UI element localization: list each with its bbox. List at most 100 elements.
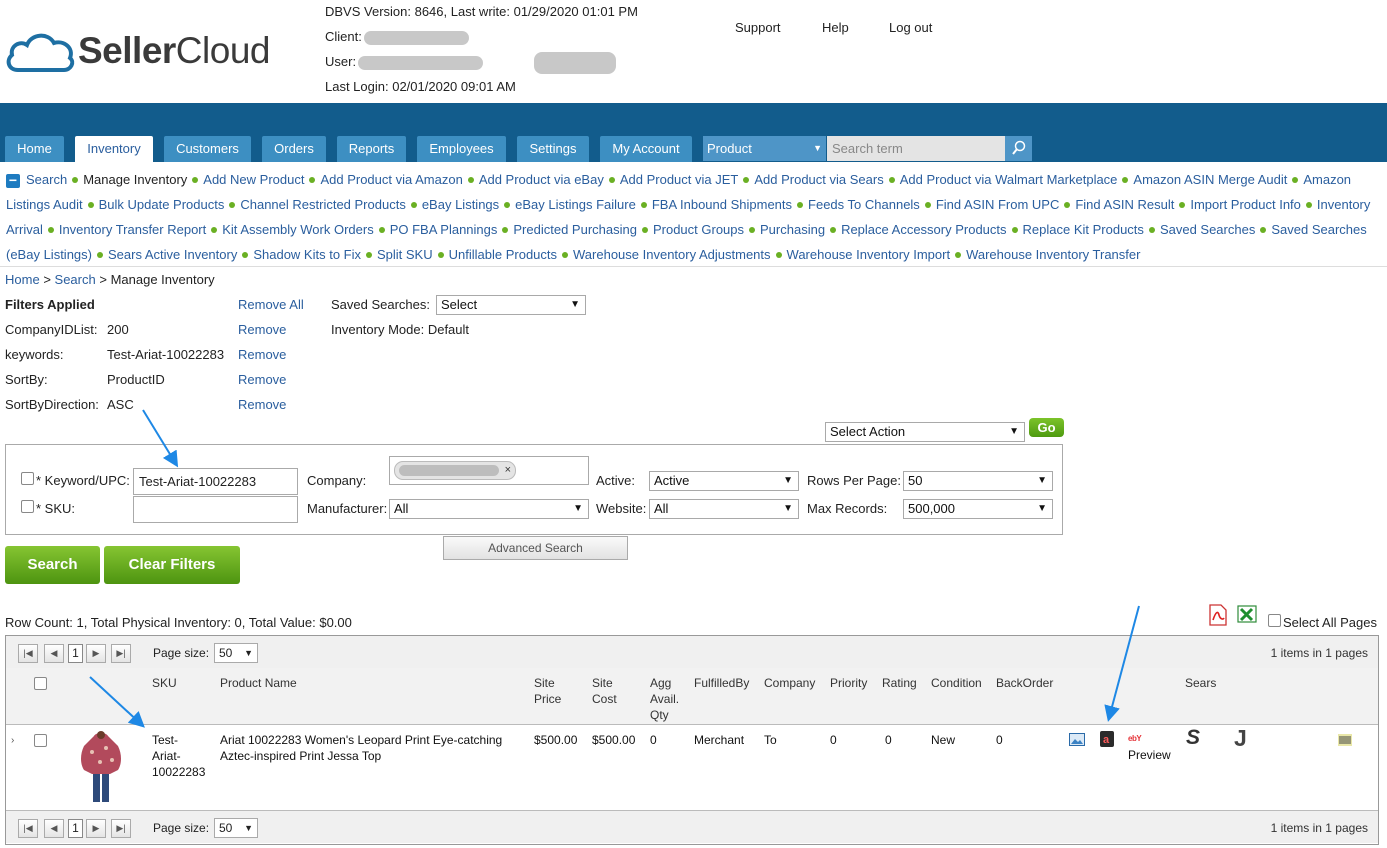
table-row[interactable]: › Test- Ariat- 10022283 Ariat 10022283 Wom… [6,725,1378,809]
submenu-link-po-fba-plannings[interactable]: PO FBA Plannings [390,222,498,237]
header-site-price[interactable]: Site Price [534,675,574,707]
manufacturer-select[interactable]: All ▼ [389,499,589,519]
remove-link[interactable]: Remove [238,322,286,337]
last-page-icon[interactable]: ▶| [111,644,131,663]
header-fulfilled-by[interactable]: FulfilledBy [694,675,749,691]
keyword-checkbox[interactable] [21,472,34,485]
support-link[interactable]: Support [735,20,781,35]
submenu-link-replace-kit-products[interactable]: Replace Kit Products [1023,222,1144,237]
select-action-dropdown[interactable]: Select Action ▼ [825,422,1025,442]
submenu-link-channel-restricted-products[interactable]: Channel Restricted Products [240,197,405,212]
first-page-icon[interactable]: |◀ [18,644,38,663]
header-condition[interactable]: Condition [931,675,982,691]
submenu-link-add-product-via-walmart-marketplace[interactable]: Add Product via Walmart Marketplace [900,172,1118,187]
rows-per-page-select[interactable]: 50 ▼ [903,471,1053,491]
header-product-name[interactable]: Product Name [220,675,297,691]
row-checkbox[interactable] [34,734,47,747]
cloud-logo-icon[interactable] [4,26,76,74]
submenu-link-amazon-asin-merge-audit[interactable]: Amazon ASIN Merge Audit [1133,172,1287,187]
breadcrumb-home[interactable]: Home [5,272,40,287]
submenu-link-shadow-kits-to-fix[interactable]: Shadow Kits to Fix [253,247,361,262]
keyword-input[interactable]: Test-Ariat-10022283 [133,468,298,495]
expand-row-icon[interactable]: › [11,733,14,749]
select-all-pages-checkbox[interactable] [1268,614,1281,627]
submenu-link-search[interactable]: Search [26,172,67,187]
tab-reports[interactable]: Reports [337,136,406,162]
remove-link[interactable]: Remove [238,372,286,387]
max-records-select[interactable]: 500,000 ▼ [903,499,1053,519]
submenu-link-warehouse-inventory-import[interactable]: Warehouse Inventory Import [787,247,951,262]
go-button[interactable]: Go [1029,418,1064,437]
submenu-link-purchasing[interactable]: Purchasing [760,222,825,237]
page-size-select[interactable]: 50 ▼ [214,643,258,663]
jet-icon[interactable]: J [1234,727,1247,750]
submenu-link-find-asin-from-upc[interactable]: Find ASIN From UPC [936,197,1060,212]
remove-link[interactable]: Remove [238,397,286,412]
global-search-input[interactable]: Search term [827,136,1005,161]
next-page-icon[interactable]: ▶ [86,819,106,838]
tab-my-account[interactable]: My Account [600,136,692,162]
website-select[interactable]: All ▼ [649,499,799,519]
page-number[interactable]: 1 [68,644,83,663]
submenu-link-add-new-product[interactable]: Add New Product [203,172,304,187]
company-multiselect[interactable]: × [389,456,589,485]
first-page-icon[interactable]: |◀ [18,819,38,838]
header-sku[interactable]: SKU [152,675,177,691]
tab-inventory[interactable]: Inventory [75,136,153,162]
ebay-preview-link[interactable]: Preview [1128,747,1171,763]
header-rating[interactable]: Rating [882,675,917,691]
image-icon[interactable] [1069,733,1085,746]
sears-icon[interactable]: S [1186,727,1200,748]
submenu-link-warehouse-inventory-transfer[interactable]: Warehouse Inventory Transfer [966,247,1140,262]
submenu-link-unfillable-products[interactable]: Unfillable Products [449,247,557,262]
submenu-link-product-groups[interactable]: Product Groups [653,222,744,237]
header-site-cost[interactable]: Site Cost [592,675,632,707]
page-number[interactable]: 1 [68,819,83,838]
header-sears[interactable]: Sears [1185,675,1216,691]
header-company[interactable]: Company [764,675,815,691]
page-size-select[interactable]: 50 ▼ [214,818,258,838]
submenu-link-warehouse-inventory-adjustments[interactable]: Warehouse Inventory Adjustments [573,247,771,262]
tab-settings[interactable]: Settings [517,136,589,162]
saved-searches-select[interactable]: Select ▼ [436,295,586,315]
submenu-link-add-product-via-sears[interactable]: Add Product via Sears [754,172,883,187]
submenu-link-add-product-via-jet[interactable]: Add Product via JET [620,172,739,187]
submenu-link-find-asin-result[interactable]: Find ASIN Result [1075,197,1174,212]
submenu-link-replace-accessory-products[interactable]: Replace Accessory Products [841,222,1006,237]
remove-link[interactable]: Remove [238,347,286,362]
pdf-export-icon[interactable] [1206,603,1230,627]
header-backorder[interactable]: BackOrder [996,675,1053,691]
submenu-link-ebay-listings-failure[interactable]: eBay Listings Failure [515,197,636,212]
submenu-link-add-product-via-amazon[interactable]: Add Product via Amazon [320,172,462,187]
barcode-icon[interactable] [1338,734,1352,746]
breadcrumb-search[interactable]: Search [55,272,96,287]
tab-customers[interactable]: Customers [164,136,251,162]
submenu-link-feeds-to-channels[interactable]: Feeds To Channels [808,197,920,212]
search-submit-button[interactable]: Search [5,546,100,584]
row-sku-link[interactable]: Test- Ariat- 10022283 [152,732,212,780]
next-page-icon[interactable]: ▶ [86,644,106,663]
sku-input[interactable] [133,496,298,523]
amazon-icon[interactable]: a [1100,731,1114,747]
remove-all-link[interactable]: Remove All [238,297,304,312]
row-product-name[interactable]: Ariat 10022283 Women's Leopard Print Eye… [220,732,520,764]
clear-filters-button[interactable]: Clear Filters [104,546,240,584]
select-all-checkbox[interactable] [34,677,47,690]
header-priority[interactable]: Priority [830,675,867,691]
prev-page-icon[interactable]: ◀ [44,819,64,838]
submenu-link-bulk-update-products[interactable]: Bulk Update Products [99,197,225,212]
help-link[interactable]: Help [822,20,849,35]
last-page-icon[interactable]: ▶| [111,819,131,838]
submenu-link-predicted-purchasing[interactable]: Predicted Purchasing [513,222,637,237]
tab-home[interactable]: Home [5,136,64,162]
tab-employees[interactable]: Employees [417,136,506,162]
sku-label[interactable]: * SKU: [36,501,75,516]
header-agg-avail-qty[interactable]: Agg Avail. Qty [650,675,688,723]
advanced-search-button[interactable]: Advanced Search [443,536,628,560]
submenu-link-add-product-via-ebay[interactable]: Add Product via eBay [479,172,604,187]
tab-orders[interactable]: Orders [262,136,326,162]
remove-token-icon[interactable]: × [505,462,511,478]
search-button[interactable] [1005,136,1032,161]
submenu-link-ebay-listings[interactable]: eBay Listings [422,197,499,212]
submenu-link-sears-active-inventory[interactable]: Sears Active Inventory [108,247,237,262]
